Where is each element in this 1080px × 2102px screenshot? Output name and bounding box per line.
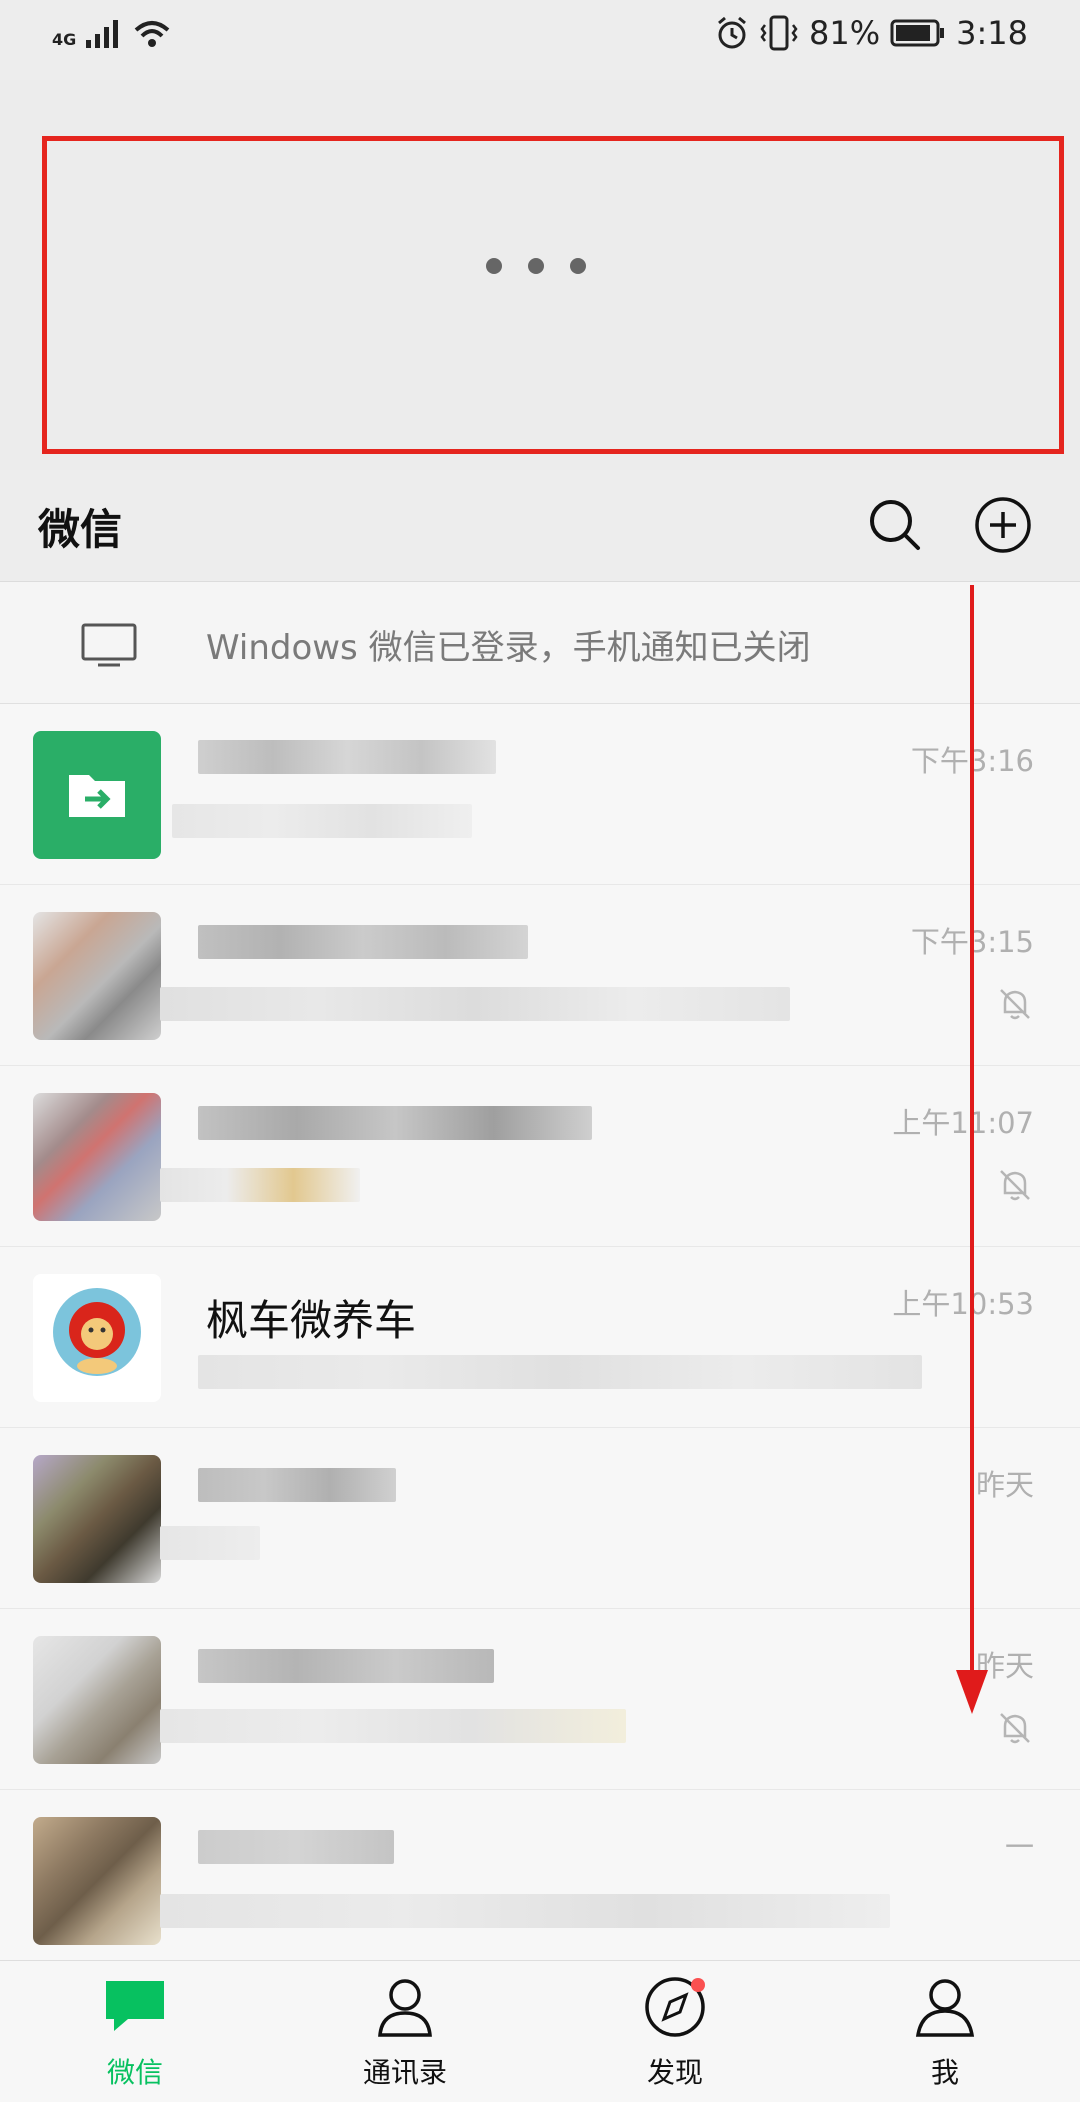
- chat-row[interactable]: 昨天: [0, 1428, 1080, 1609]
- blurred-name: [198, 1830, 394, 1864]
- wifi-icon: [134, 21, 170, 47]
- annotation-arrow-head: [956, 1670, 988, 1714]
- mini-program-area[interactable]: [0, 80, 1080, 470]
- battery-percent: 81%: [809, 14, 881, 52]
- file-transfer-icon: [33, 731, 161, 859]
- chat-bubble-icon: [106, 1981, 164, 2031]
- muted-bell-icon: [1000, 1170, 1030, 1201]
- clock: 3:18: [956, 14, 1028, 52]
- tab-label: 发现: [646, 2056, 703, 2089]
- highlight-box: [42, 136, 1064, 454]
- status-bar: 4G 81% 3:18: [0, 0, 1080, 80]
- chat-row[interactable]: 下午3:15: [0, 885, 1080, 1066]
- tab-label: 通讯录: [362, 2056, 447, 2089]
- chat-time: 上午11:07: [892, 1106, 1034, 1140]
- blurred-name: [198, 1649, 494, 1683]
- chat-time: 上午10:53: [892, 1287, 1034, 1321]
- signal-icon: [86, 20, 119, 48]
- top-bar: 微信: [0, 470, 1080, 582]
- chat-row[interactable]: 枫车微养车 上午10:53: [0, 1247, 1080, 1428]
- loading-dots-icon: [486, 258, 586, 274]
- battery-icon: [890, 19, 945, 47]
- blurred-name: [198, 925, 528, 959]
- chat-time: 一: [1004, 1830, 1034, 1864]
- blurred-message: [198, 1355, 922, 1389]
- compass-icon: [645, 1977, 705, 2037]
- tab-contacts[interactable]: 通讯录: [270, 1961, 540, 2102]
- alarm-icon: [718, 16, 746, 49]
- notice-text: Windows 微信已登录，手机通知已关闭: [206, 628, 811, 668]
- tab-discover[interactable]: 发现: [540, 1961, 810, 2102]
- chat-row[interactable]: 昨天: [0, 1609, 1080, 1790]
- chat-time: 昨天: [975, 1468, 1034, 1502]
- network-type: 4G: [52, 30, 77, 49]
- tab-label: 微信: [106, 2056, 163, 2089]
- blurred-name: [198, 740, 496, 774]
- group-avatar: [33, 1817, 161, 1945]
- muted-bell-icon: [1000, 989, 1030, 1020]
- tab-chats[interactable]: 微信: [0, 1961, 270, 2102]
- chat-row[interactable]: 一: [0, 1790, 1080, 1971]
- tab-me[interactable]: 我: [810, 1961, 1080, 2102]
- tab-bar: 微信 通讯录 发现 我: [0, 1960, 1080, 2102]
- plus-circle-icon[interactable]: [972, 494, 1034, 556]
- muted-bell-icon: [1000, 1713, 1030, 1744]
- vibrate-icon: [760, 15, 798, 51]
- page-title: 微信: [38, 505, 123, 554]
- blurred-name: [198, 1468, 396, 1502]
- blurred-message: [160, 987, 790, 1021]
- blurred-message: [160, 1168, 360, 1202]
- blurred-message: [160, 1709, 626, 1743]
- tab-label: 我: [930, 2056, 959, 2089]
- contacts-icon: [378, 1979, 432, 2037]
- blurred-message: [160, 1526, 260, 1560]
- group-avatar: [33, 1455, 161, 1583]
- group-avatar: [33, 912, 161, 1040]
- desktop-login-notice[interactable]: Windows 微信已登录，手机通知已关闭: [0, 582, 1080, 704]
- chat-list: 下午3:16 下午3:15 上午11:07: [0, 704, 1080, 1971]
- blurred-message: [172, 804, 472, 838]
- lion-logo: [33, 1274, 161, 1402]
- group-avatar: [33, 1093, 161, 1221]
- blurred-message: [160, 1894, 890, 1928]
- chat-row[interactable]: 下午3:16: [0, 704, 1080, 885]
- search-icon[interactable]: [864, 494, 926, 556]
- chat-row[interactable]: 上午11:07: [0, 1066, 1080, 1247]
- group-avatar: [33, 1636, 161, 1764]
- annotation-arrow-line: [970, 585, 974, 1685]
- monitor-icon: [81, 623, 137, 667]
- person-icon: [915, 1979, 975, 2037]
- blurred-name: [198, 1106, 592, 1140]
- chat-name: 枫车微养车: [206, 1296, 417, 1345]
